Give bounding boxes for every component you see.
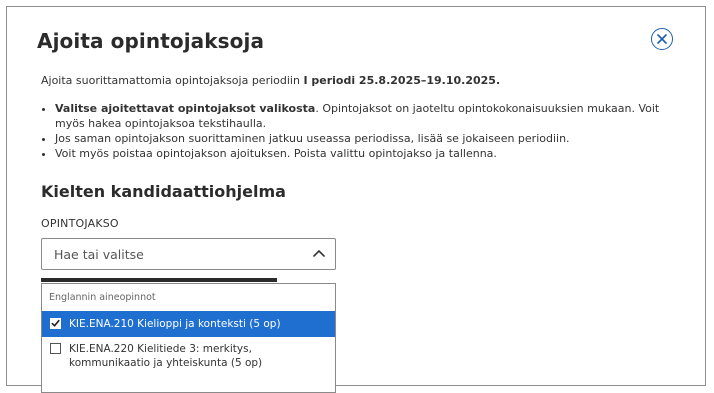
checkbox-empty-icon[interactable] [50, 343, 61, 354]
chevron-up-icon[interactable] [312, 248, 326, 260]
instruction-item: Valitse ajoitettavat opintojaksot valiko… [55, 101, 675, 131]
intro-text: Ajoita suorittamattomia opintojaksoja pe… [41, 74, 500, 87]
instruction-strong: Valitse ajoitettavat opintojaksot valiko… [55, 102, 316, 115]
course-combobox[interactable] [41, 238, 336, 270]
checkbox-checked-icon[interactable] [50, 318, 61, 329]
intro-period: I periodi 25.8.2025–19.10.2025. [303, 74, 501, 87]
course-option[interactable]: KIE.ENA.220 Kielitiede 3: merkitys, komm… [42, 342, 335, 370]
instruction-text: Jos saman opintojakson suorittaminen jat… [55, 132, 570, 145]
close-icon [657, 34, 667, 44]
course-option[interactable]: KIE.ENA.210 Kielioppi ja konteksti (5 op… [42, 311, 335, 337]
course-search-input[interactable] [54, 239, 304, 269]
dropdown-group-label: Englannin aineopinnot [49, 292, 156, 303]
course-option-label: KIE.ENA.210 Kielioppi ja konteksti (5 op… [69, 318, 281, 330]
course-option-label: KIE.ENA.220 Kielitiede 3: merkitys, komm… [69, 343, 263, 369]
dialog-title: Ajoita opintojaksoja [37, 29, 265, 53]
instruction-item: Voit myös poistaa opintojakson ajoitukse… [55, 146, 675, 161]
instruction-item: Jos saman opintojakson suorittaminen jat… [55, 131, 675, 146]
instruction-text: Voit myös poistaa opintojakson ajoitukse… [55, 147, 497, 160]
intro-prefix: Ajoita suorittamattomia opintojaksoja pe… [41, 74, 300, 87]
close-button[interactable] [651, 28, 673, 50]
course-field-label: OPINTOJAKSO [41, 217, 119, 230]
dropdown-scroll-indicator [41, 278, 277, 282]
schedule-dialog: Ajoita opintojaksoja Ajoita suorittamatt… [6, 6, 706, 393]
instructions-list: Valitse ajoitettavat opintojaksot valiko… [41, 101, 675, 161]
course-dropdown-list[interactable]: Englannin aineopinnot KIE.ENA.210 Kielio… [41, 283, 336, 393]
program-title: Kielten kandidaattiohjelma [41, 182, 286, 201]
